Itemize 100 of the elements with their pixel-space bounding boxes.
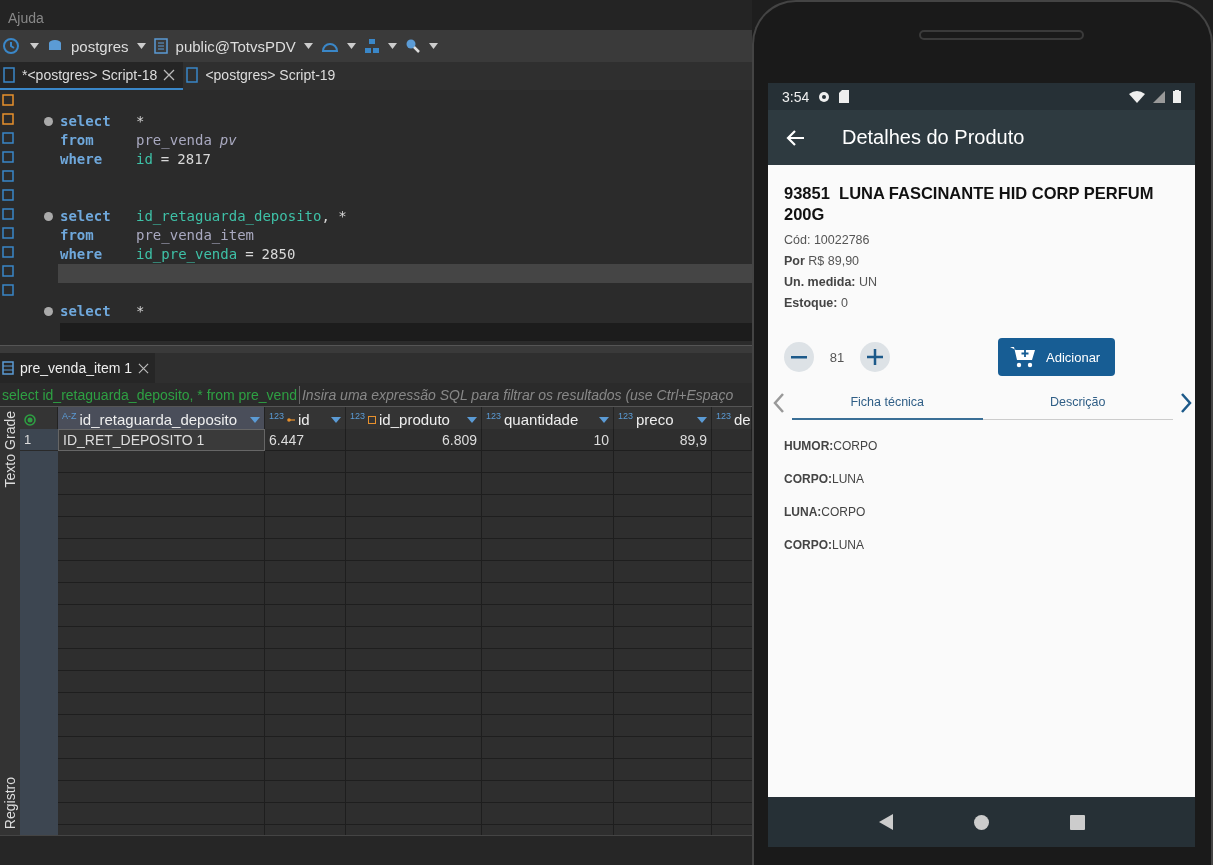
side-tab[interactable]: Texto — [2, 453, 18, 488]
toolbar-action-icon[interactable] — [2, 265, 14, 277]
code-token: = — [245, 246, 254, 262]
code-token: 2817 — [177, 151, 211, 167]
sort-caret-icon[interactable] — [331, 416, 341, 423]
dropdown-caret-icon[interactable] — [428, 43, 438, 49]
editor-tab[interactable]: *<postgres> Script-18 — [0, 62, 184, 90]
toolbar-action-icon[interactable] — [2, 189, 14, 201]
filter-field[interactable]: Insira uma expressão SQL para filtrar os resultados (use Ctrl+Espaço — [298, 385, 752, 404]
chevron-right-icon[interactable] — [1179, 392, 1193, 414]
toolbar-action-icon[interactable] — [2, 151, 14, 163]
table-cell: 6.447 — [265, 429, 346, 451]
search-icon[interactable] — [404, 38, 421, 54]
column-name: id_produto — [379, 411, 450, 428]
editor-tab[interactable]: <postgres> Script-19 — [183, 62, 344, 90]
dropdown-caret-icon[interactable] — [303, 43, 313, 49]
table-cell: 89,9 — [614, 429, 712, 451]
tab-label: *<postgres> Script-18 — [22, 67, 158, 83]
sort-caret-icon[interactable] — [697, 416, 707, 423]
toolbar-action-icon[interactable] — [2, 227, 14, 239]
type-label: 123 — [269, 411, 285, 421]
status-time: 3:54 — [782, 88, 810, 105]
quantity-value: 81 — [828, 349, 846, 365]
dropdown-caret-icon[interactable] — [136, 43, 146, 49]
toolbar-action-icon[interactable] — [2, 132, 14, 144]
chevron-left-icon[interactable] — [772, 392, 786, 414]
toolbar-action-icon[interactable] — [2, 208, 14, 220]
code-token: pv — [219, 132, 237, 148]
code-token: select — [60, 302, 112, 321]
close-icon[interactable] — [163, 69, 176, 81]
detail-tab[interactable]: Descrição — [982, 386, 1173, 420]
minus-icon — [791, 355, 807, 359]
back-arrow-icon[interactable] — [786, 127, 806, 148]
toolbar-action-icon[interactable] — [2, 113, 14, 125]
toolbar-action-icon[interactable] — [2, 246, 14, 258]
screen-title: Detalhes do Produto — [842, 126, 1025, 149]
script-icon — [2, 67, 16, 83]
spec-line: HUMOR:CORPO — [784, 439, 879, 453]
toolbar-action-icon[interactable] — [2, 284, 14, 296]
increase-button[interactable] — [860, 342, 890, 372]
add-button[interactable]: Adicionar — [998, 338, 1115, 376]
sd-card-icon — [839, 90, 850, 103]
code-token: pre_venda — [136, 132, 212, 148]
product-detail: Un. medida: UN — [784, 275, 879, 289]
dropdown-caret-icon[interactable] — [30, 43, 39, 49]
toolbar-action-icon[interactable] — [2, 94, 14, 106]
sort-caret-icon[interactable] — [599, 416, 609, 423]
column-name: preco — [636, 411, 674, 428]
code-token: * — [136, 113, 145, 129]
spec-line: CORPO:LUNA — [784, 538, 865, 552]
fold-marker-icon[interactable] — [44, 212, 53, 221]
menu-item[interactable]: Ajuda — [8, 10, 44, 26]
sort-caret-icon[interactable] — [250, 416, 260, 423]
type-label: 123 — [618, 411, 634, 421]
column-name: id_retaguarda_deposito — [79, 411, 238, 428]
horizontal-scrollbar[interactable] — [60, 323, 752, 341]
table-cell: 6.809 — [346, 429, 482, 451]
side-tab[interactable]: Registro — [2, 776, 18, 829]
code-token: from — [60, 226, 95, 245]
row-number: 1 — [20, 429, 58, 451]
decrease-button[interactable] — [784, 342, 814, 372]
status-dot-icon — [24, 413, 36, 426]
tab-label: <postgres> Script-19 — [205, 67, 336, 83]
wifi-icon — [1129, 90, 1145, 103]
detail-tab[interactable]: Ficha técnica — [792, 386, 983, 420]
foreign-key-icon — [368, 415, 377, 424]
script-icon — [185, 67, 200, 83]
product-detail: Por R$ 89,90 — [784, 254, 861, 268]
toolbar-action-icon[interactable] — [2, 170, 14, 182]
results-tab[interactable]: pre_venda_item 1 — [0, 353, 156, 383]
code-token: select — [60, 207, 112, 226]
code-token: id — [136, 151, 153, 167]
connection-selector[interactable]: postgres — [71, 37, 129, 55]
code-token: id_pre_venda — [136, 246, 238, 262]
side-tab[interactable]: Grade — [2, 411, 18, 450]
tab-label: pre_venda_item 1 — [20, 360, 133, 376]
sort-caret-icon[interactable] — [467, 416, 477, 423]
code-token: = — [160, 151, 170, 167]
fold-marker-icon[interactable] — [44, 307, 53, 316]
column-name: quantidade — [504, 411, 579, 428]
close-icon[interactable] — [138, 362, 150, 374]
dropdown-caret-icon[interactable] — [346, 43, 356, 49]
fold-marker-icon[interactable] — [44, 117, 53, 126]
gear-icon — [817, 89, 832, 104]
spec-line: LUNA:CORPO — [784, 505, 867, 519]
hierarchy-icon[interactable] — [363, 38, 380, 54]
back-triangle-icon[interactable] — [878, 814, 893, 830]
table-icon — [2, 361, 14, 375]
dropdown-caret-icon[interactable] — [387, 43, 397, 49]
code-token: from — [60, 131, 95, 150]
product-title: 93851 LUNA FASCINANTE HID CORP PERFUM 200G — [784, 183, 1155, 225]
code-token: pre_venda_item — [136, 227, 254, 243]
product-detail: Estoque: 0 — [784, 296, 849, 310]
table-cell: 10 — [482, 429, 614, 451]
schema-selector[interactable]: public@TotvsPDV — [175, 37, 296, 55]
type-label: 123 — [716, 411, 732, 421]
recents-square-icon[interactable] — [1069, 814, 1085, 830]
history-icon[interactable] — [0, 35, 22, 57]
home-circle-icon[interactable] — [973, 814, 989, 830]
key-icon — [287, 416, 296, 423]
